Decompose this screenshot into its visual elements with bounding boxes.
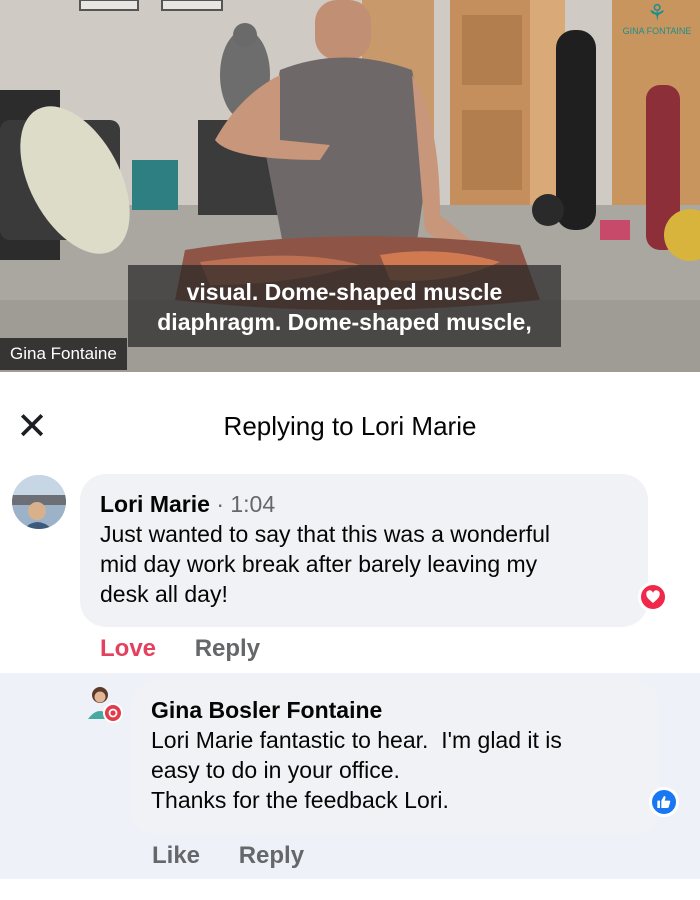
watermark-text: GINA FONTAINE bbox=[622, 26, 692, 36]
channel-watermark: ⚘ GINA FONTAINE bbox=[614, 1, 700, 37]
avatar[interactable] bbox=[12, 475, 66, 529]
comment-timestamp[interactable]: 1:04 bbox=[230, 491, 275, 517]
like-button[interactable]: Like bbox=[152, 842, 200, 869]
comment-text-line: Just wanted to say that this was a wonde… bbox=[100, 521, 551, 547]
comment-author[interactable]: Lori Marie bbox=[100, 491, 210, 517]
reply-button[interactable]: Reply bbox=[239, 842, 304, 869]
presenter-name-tag: Gina Fontaine bbox=[0, 338, 127, 370]
profile-photo bbox=[81, 684, 123, 723]
comment-bubble: Gina Bosler Fontaine Lori Marie fantasti… bbox=[131, 680, 659, 835]
comment-header: Gina Bosler Fontaine bbox=[151, 695, 639, 725]
panel-header: ✕ Replying to Lori Marie bbox=[0, 383, 700, 465]
comment-actions: Love Reply bbox=[100, 634, 292, 664]
profile-photo bbox=[12, 475, 66, 529]
reply-thread: Gina Bosler Fontaine Lori Marie fantasti… bbox=[0, 673, 700, 879]
comment-text-line: easy to do in your office. bbox=[151, 757, 400, 783]
video-caption: visual. Dome-shaped muscle diaphragm. Do… bbox=[128, 265, 561, 347]
thumbs-up-icon[interactable] bbox=[649, 787, 679, 817]
caption-line: visual. Dome-shaped muscle bbox=[186, 279, 503, 305]
separator-dot: · bbox=[216, 491, 224, 517]
reply-panel: ✕ Replying to Lori Marie Lori Marie · 1:… bbox=[0, 383, 700, 900]
video-player[interactable]: ⚘ GINA FONTAINE visual. Dome-shaped musc… bbox=[0, 0, 700, 372]
comment-author[interactable]: Gina Bosler Fontaine bbox=[151, 697, 382, 723]
avatar[interactable] bbox=[80, 681, 124, 725]
comment-text-line: desk all day! bbox=[100, 581, 228, 607]
comment-bubble: Lori Marie · 1:04 Just wanted to say tha… bbox=[80, 474, 648, 627]
watermark-logo-icon: ⚘ bbox=[647, 1, 667, 26]
panel-title: Replying to Lori Marie bbox=[223, 411, 477, 441]
comment-text-line: Lori Marie fantastic to hear. I'm glad i… bbox=[151, 727, 562, 753]
comment-text-line: mid day work break after barely leaving … bbox=[100, 551, 538, 577]
heart-icon[interactable] bbox=[638, 582, 668, 612]
comment-header: Lori Marie · 1:04 bbox=[100, 489, 628, 519]
caption-line: diaphragm. Dome-shaped muscle, bbox=[157, 309, 532, 335]
comment-actions: Like Reply bbox=[152, 841, 336, 871]
reply-button[interactable]: Reply bbox=[195, 635, 260, 662]
comment-text-line: Thanks for the feedback Lori. bbox=[151, 787, 449, 813]
love-button[interactable]: Love bbox=[100, 635, 156, 662]
